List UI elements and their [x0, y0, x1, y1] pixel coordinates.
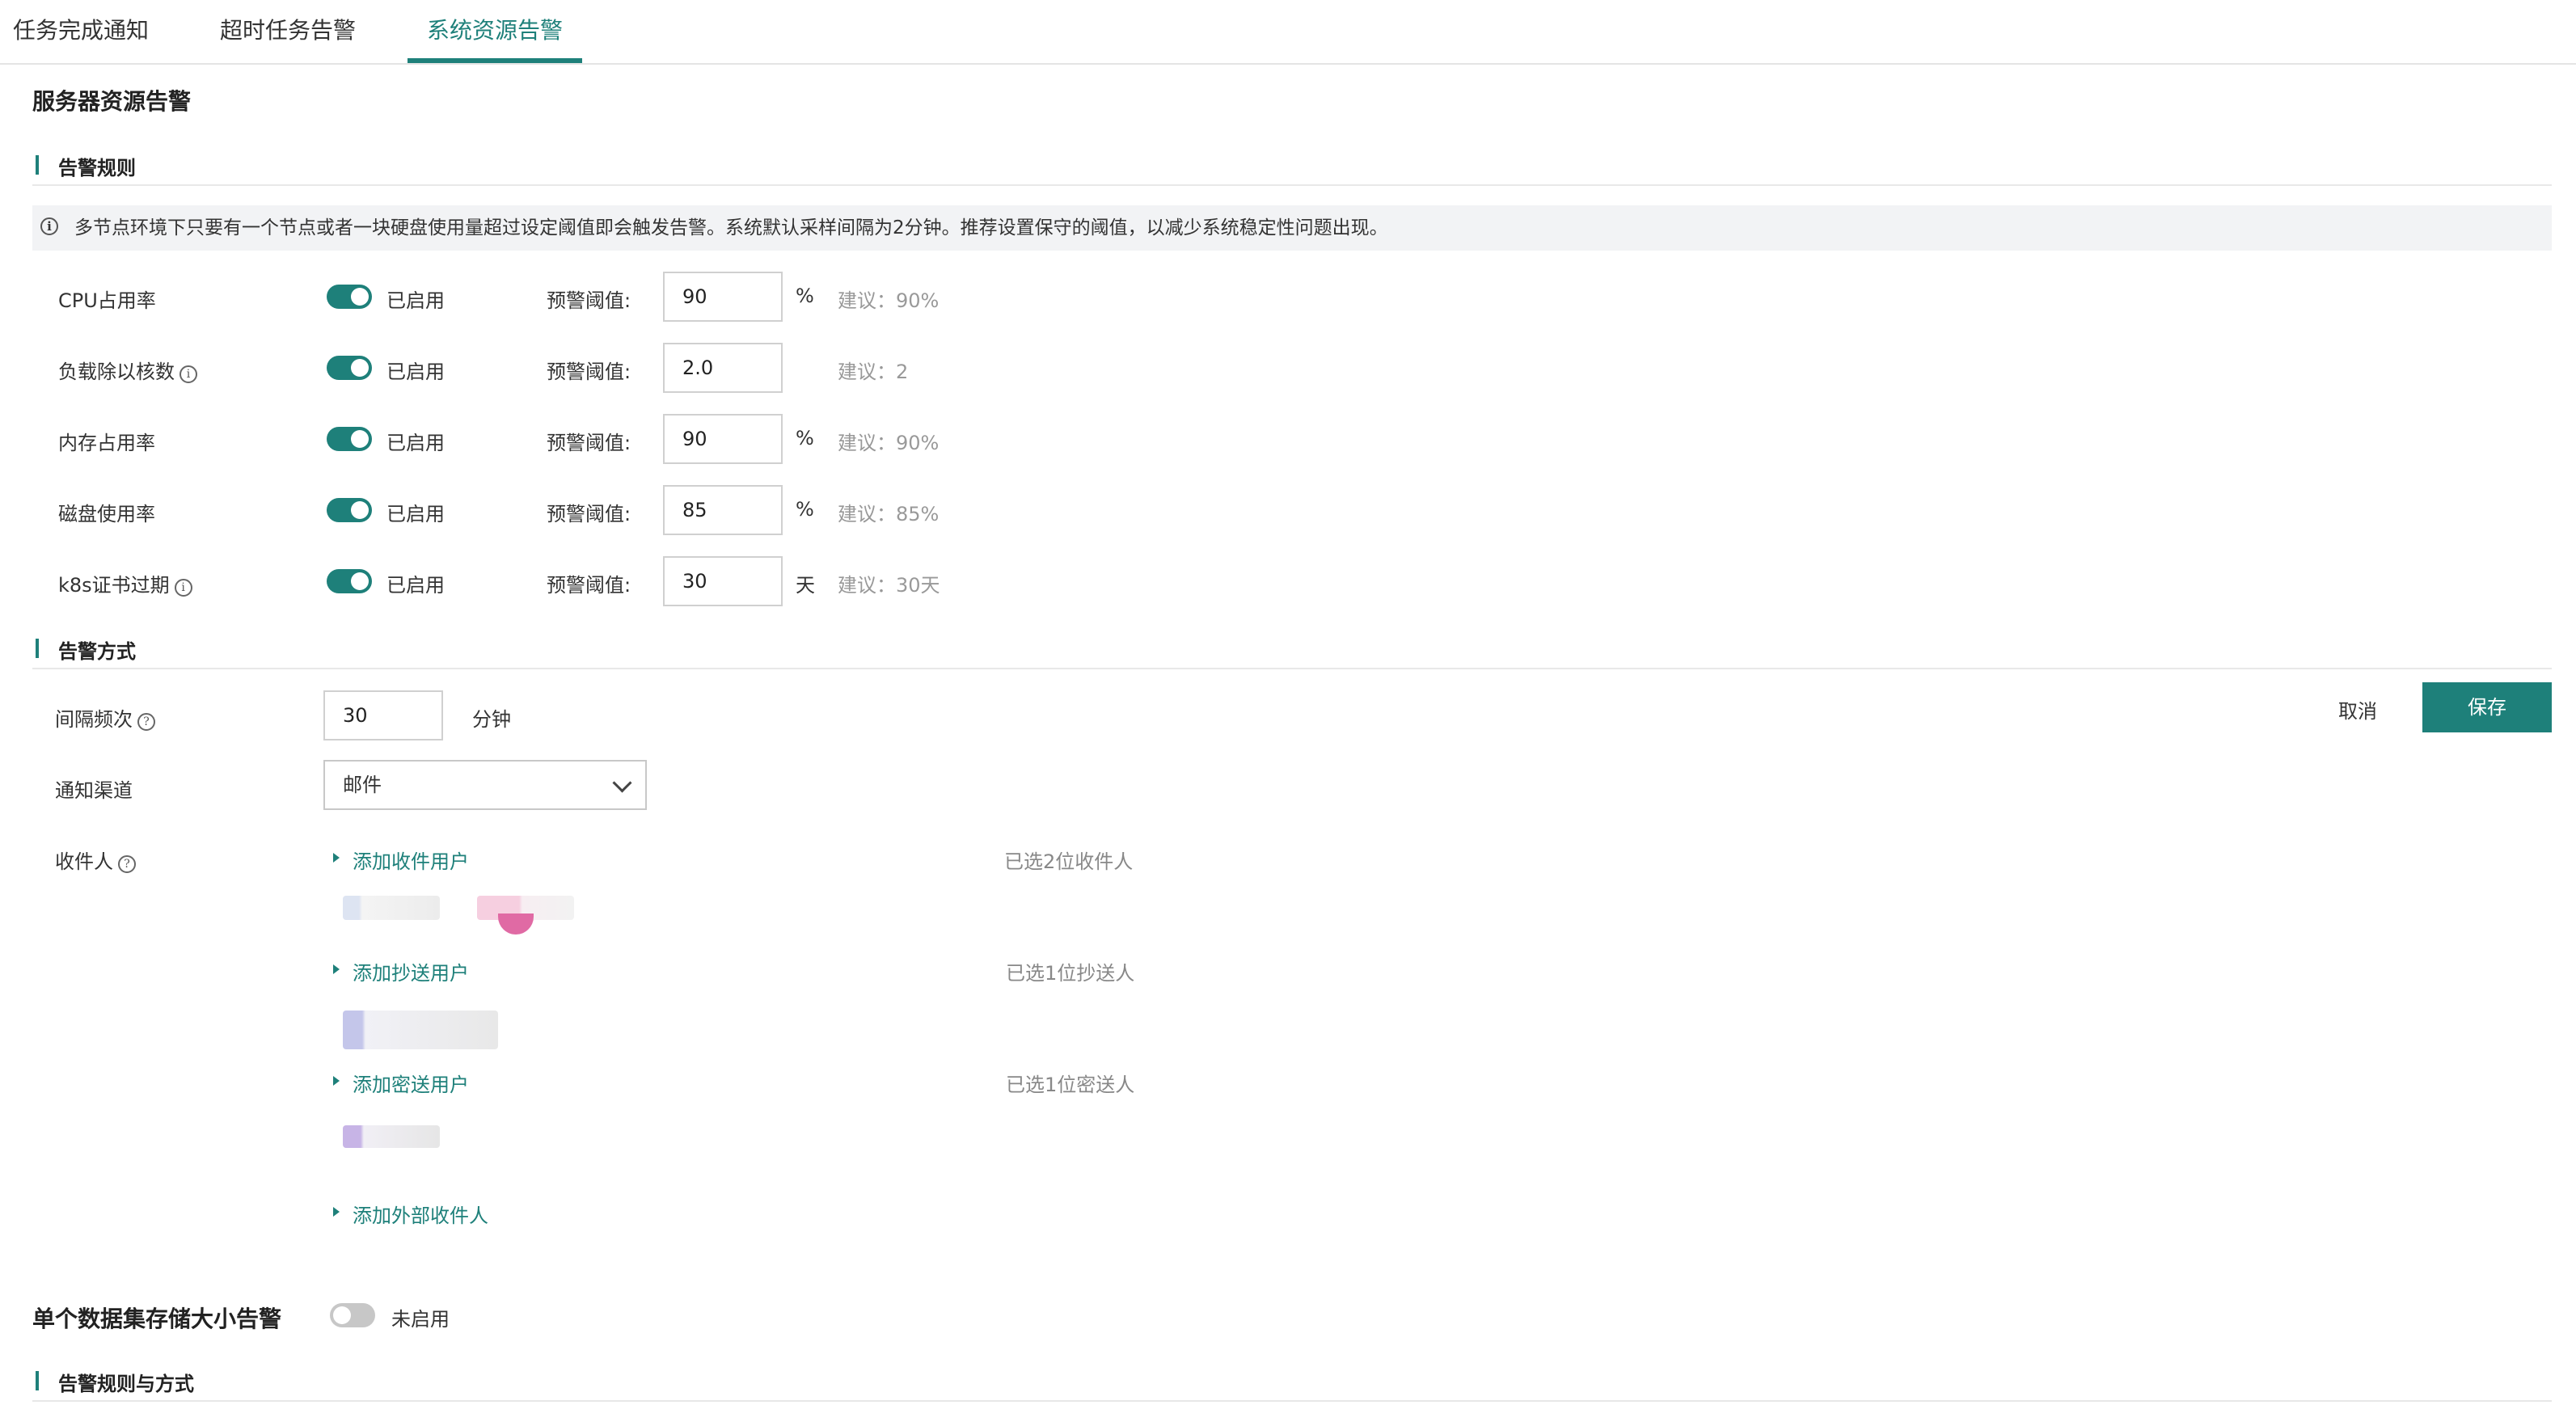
- add-recipient-link[interactable]: 添加收件用户: [330, 846, 469, 874]
- recipient-label-text: 收件人: [55, 850, 113, 873]
- rule-label-k8s-text: k8s证书过期: [58, 574, 170, 597]
- method-title: 告警方式: [36, 635, 136, 664]
- add-cc-link[interactable]: 添加抄送用户: [330, 957, 469, 985]
- threshold-label: 预警阈值:: [547, 361, 631, 383]
- cancel-button[interactable]: 取消: [2338, 695, 2377, 724]
- divider: [32, 184, 2552, 186]
- tab-timeout-alert[interactable]: 超时任务告警: [220, 0, 356, 63]
- threshold-label: 预警阈值:: [547, 574, 631, 597]
- unit-memory: %: [796, 427, 814, 449]
- threshold-label: 预警阈值:: [547, 503, 631, 525]
- channel-value: 邮件: [343, 774, 382, 796]
- channel-select[interactable]: 邮件: [323, 760, 647, 810]
- tab-task-complete[interactable]: 任务完成通知: [13, 0, 149, 63]
- hint-disk: 建议：85%: [838, 503, 940, 525]
- toggle-dataset-size[interactable]: [330, 1303, 375, 1327]
- threshold-input-load[interactable]: 2.0: [663, 343, 783, 393]
- rule-label-load-text: 负载除以核数: [58, 361, 175, 383]
- rule-label-disk: 磁盘使用率: [58, 503, 155, 525]
- toggle-status-k8s: 已启用: [386, 574, 445, 597]
- recipient-chip[interactable]: [343, 896, 440, 920]
- toggle-status-dataset: 未启用: [391, 1308, 450, 1331]
- threshold-label: 预警阈值:: [547, 432, 631, 454]
- info-icon: i: [40, 217, 58, 235]
- interval-label: 间隔频次?: [55, 703, 155, 732]
- threshold-input-cpu[interactable]: 90: [663, 272, 783, 322]
- info-icon[interactable]: i: [179, 365, 197, 383]
- hint-k8s: 建议：30天: [838, 574, 940, 597]
- toggle-status-load: 已启用: [386, 361, 445, 383]
- tab-bar: 任务完成通知 超时任务告警 系统资源告警: [0, 0, 2576, 65]
- threshold-input-disk[interactable]: 85: [663, 485, 783, 535]
- cc-count: 已选1位抄送人: [1006, 962, 1135, 985]
- toggle-status-disk: 已启用: [386, 503, 445, 525]
- toggle-status-cpu: 已启用: [386, 289, 445, 312]
- info-icon[interactable]: i: [174, 579, 192, 597]
- rules-title: 告警规则: [36, 152, 136, 180]
- unit-cpu: %: [796, 285, 814, 307]
- toggle-status-memory: 已启用: [386, 432, 445, 454]
- hint-memory: 建议：90%: [838, 432, 940, 454]
- interval-unit: 分钟: [472, 708, 511, 731]
- interval-input[interactable]: 30: [323, 690, 443, 740]
- hint-load: 建议：2: [838, 361, 909, 383]
- bcc-count: 已选1位密送人: [1006, 1074, 1135, 1096]
- save-button[interactable]: 保存: [2422, 682, 2552, 732]
- alert-settings-page: 任务完成通知 超时任务告警 系统资源告警 服务器资源告警 告警规则 i 多节点环…: [0, 0, 2576, 1405]
- toggle-memory[interactable]: [327, 427, 372, 451]
- divider: [32, 1400, 2552, 1402]
- help-icon[interactable]: ?: [118, 855, 136, 873]
- server-section-title: 服务器资源告警: [32, 88, 192, 115]
- rules-and-method-title: 告警规则与方式: [36, 1368, 194, 1396]
- rule-label-memory: 内存占用率: [58, 432, 155, 454]
- cc-chip[interactable]: [343, 1011, 498, 1049]
- rule-label-load: 负载除以核数 i: [58, 356, 197, 384]
- rule-label-k8s-cert: k8s证书过期 i: [58, 569, 192, 597]
- bcc-chip[interactable]: [343, 1125, 440, 1148]
- interval-label-text: 间隔频次: [55, 708, 133, 731]
- notice-banner: i 多节点环境下只要有一个节点或者一块硬盘使用量超过设定阈值即会触发告警。系统默…: [32, 205, 2552, 251]
- unit-k8s: 天: [796, 574, 815, 597]
- rule-label-cpu: CPU占用率: [58, 289, 156, 312]
- avatar: [498, 913, 534, 935]
- threshold-label: 预警阈值:: [547, 289, 631, 312]
- divider: [32, 668, 2552, 669]
- tab-system-resource[interactable]: 系统资源告警: [408, 0, 583, 63]
- toggle-disk[interactable]: [327, 498, 372, 522]
- add-bcc-link[interactable]: 添加密送用户: [330, 1069, 469, 1097]
- dataset-section-title: 单个数据集存储大小告警: [32, 1306, 282, 1332]
- chevron-down-icon: [612, 773, 632, 793]
- channel-label: 通知渠道: [55, 779, 133, 802]
- toggle-k8s-cert[interactable]: [327, 569, 372, 593]
- notice-text: 多节点环境下只要有一个节点或者一块硬盘使用量超过设定阈值即会触发告警。系统默认采…: [74, 217, 1388, 238]
- recipient-label: 收件人?: [55, 846, 136, 874]
- add-external-recipient-link[interactable]: 添加外部收件人: [330, 1200, 488, 1228]
- unit-disk: %: [796, 498, 814, 521]
- threshold-input-memory[interactable]: 90: [663, 414, 783, 464]
- help-icon[interactable]: ?: [137, 713, 155, 731]
- toggle-load[interactable]: [327, 356, 372, 380]
- threshold-input-k8s[interactable]: 30: [663, 556, 783, 606]
- toggle-cpu[interactable]: [327, 285, 372, 309]
- hint-cpu: 建议：90%: [838, 289, 940, 312]
- recipient-count: 已选2位收件人: [1004, 850, 1134, 873]
